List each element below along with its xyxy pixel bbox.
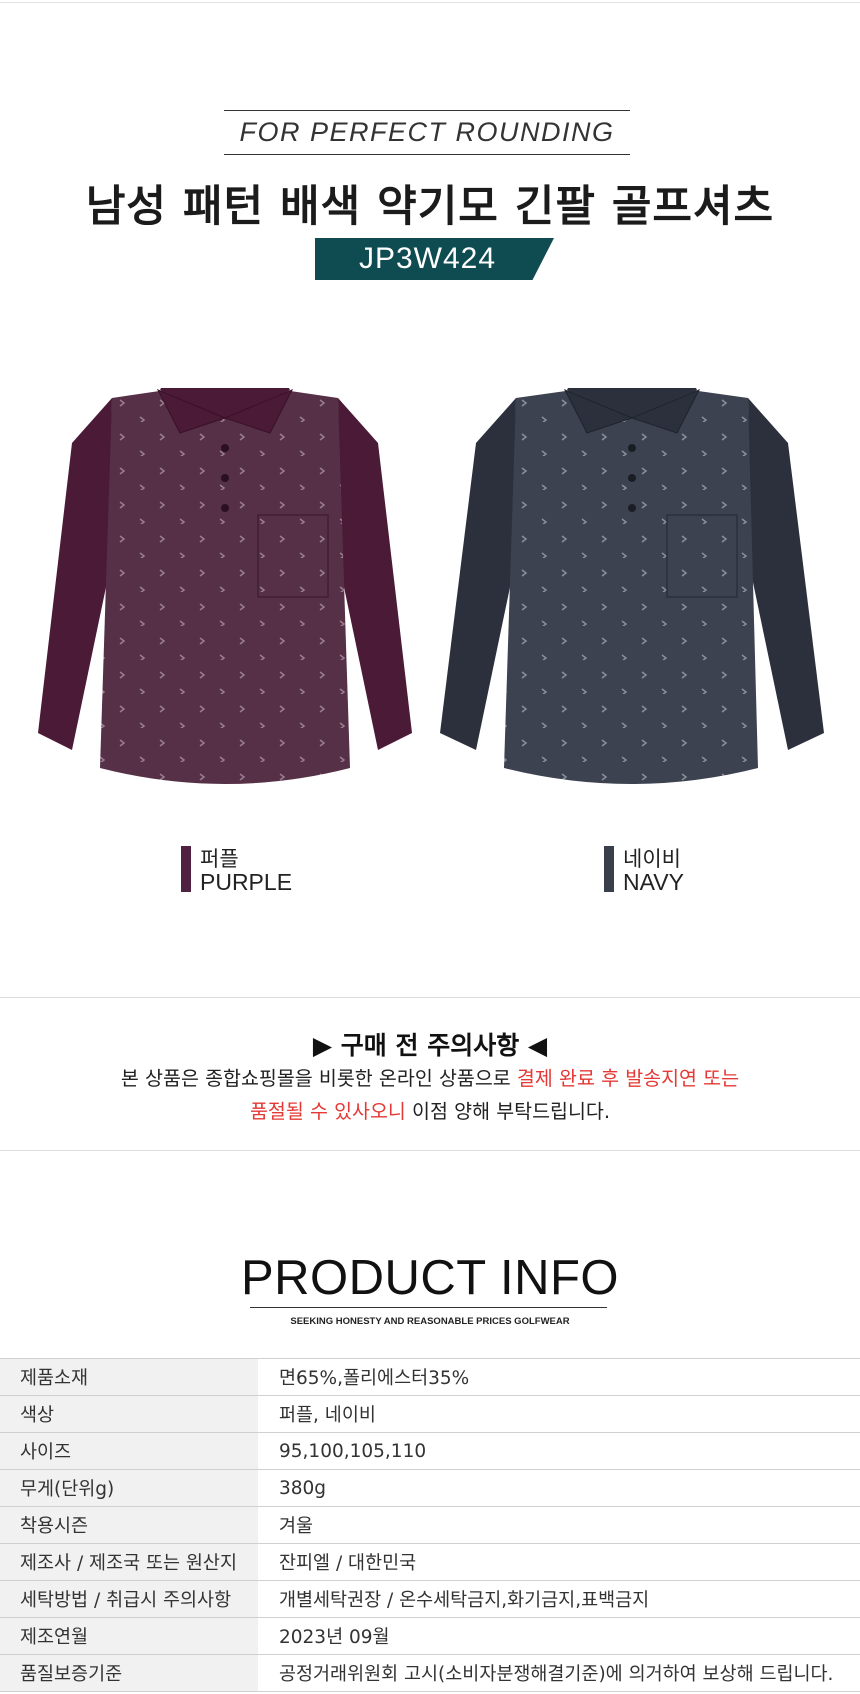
- product-info-table: 제품소재 면65%,폴리에스터35% 색상 퍼플, 네이비 사이즈 95,100…: [0, 1358, 860, 1692]
- tagline-box: FOR PERFECT ROUNDING: [224, 110, 630, 155]
- notice-warning-text: 품절될 수 있사오니: [249, 1100, 406, 1123]
- row-value: 퍼플, 네이비: [258, 1395, 860, 1433]
- table-row: 제조연월 2023년 09월: [0, 1617, 860, 1655]
- navy-swatch-bar: [604, 846, 614, 892]
- row-label: 색상: [0, 1395, 258, 1433]
- tagline: FOR PERFECT ROUNDING: [239, 117, 615, 147]
- product-title: 남성 패턴 배색 약기모 긴팔 골프셔츠: [85, 182, 775, 232]
- notice-text: 이점 양해 부탁드립니다.: [405, 1100, 611, 1123]
- notice-line-2: 품절될 수 있사오니 이점 양해 부탁드립니다.: [0, 1095, 860, 1128]
- row-label: 사이즈: [0, 1432, 258, 1470]
- row-value: 2023년 09월: [258, 1617, 860, 1655]
- top-divider: [0, 2, 860, 3]
- table-row: 제조사 / 제조국 또는 원산지 잔피엘 / 대한민국: [0, 1543, 860, 1581]
- product-info-divider: [250, 1307, 607, 1308]
- row-value: 95,100,105,110: [258, 1432, 860, 1470]
- table-row: 색상 퍼플, 네이비: [0, 1395, 860, 1433]
- notice-warning-text: 결제 완료 후 발송지연 또는: [516, 1067, 740, 1090]
- row-label: 세탁방법 / 취급시 주의사항: [0, 1580, 258, 1618]
- notice-title: ▶ 구매 전 주의사항 ◀: [312, 1031, 548, 1060]
- row-label: 무게(단위g): [0, 1469, 258, 1507]
- table-row: 세탁방법 / 취급시 주의사항 개별세탁권장 / 온수세탁금지,화기금지,표백금…: [0, 1580, 860, 1618]
- product-info-title: PRODUCT INFO: [240, 1251, 620, 1305]
- row-value: 잔피엘 / 대한민국: [258, 1543, 860, 1581]
- color-name-en: NAVY: [623, 869, 684, 895]
- table-row: 사이즈 95,100,105,110: [0, 1432, 860, 1470]
- row-value: 공정거래위원회 고시(소비자분쟁해결기준)에 의거하여 보상해 드립니다.: [258, 1654, 860, 1692]
- product-code-badge: JP3W424: [315, 238, 554, 280]
- table-row: 품질보증기준 공정거래위원회 고시(소비자분쟁해결기준)에 의거하여 보상해 드…: [0, 1654, 860, 1692]
- row-value: 380g: [258, 1469, 860, 1507]
- table-row: 제품소재 면65%,폴리에스터35%: [0, 1358, 860, 1396]
- notice-text: 본 상품은 종합쇼핑몰을 비롯한 온라인 상품으로: [120, 1067, 517, 1090]
- navy-shirt-image: [440, 388, 824, 784]
- table-row: 무게(단위g) 380g: [0, 1469, 860, 1507]
- row-value: 면65%,폴리에스터35%: [258, 1358, 860, 1396]
- row-value: 개별세탁권장 / 온수세탁금지,화기금지,표백금지: [258, 1580, 860, 1618]
- row-value: 겨울: [258, 1506, 860, 1544]
- row-label: 제조연월: [0, 1617, 258, 1655]
- row-label: 제품소재: [0, 1358, 258, 1396]
- purchase-notice: ▶ 구매 전 주의사항 ◀ 본 상품은 종합쇼핑몰을 비롯한 온라인 상품으로 …: [0, 997, 860, 1151]
- row-label: 제조사 / 제조국 또는 원산지: [0, 1543, 258, 1581]
- row-label: 품질보증기준: [0, 1654, 258, 1692]
- notice-line-1: 본 상품은 종합쇼핑몰을 비롯한 온라인 상품으로 결제 완료 후 발송지연 또…: [0, 1062, 860, 1095]
- product-info-subtitle: SEEKING HONESTY AND REASONABLE PRICES GO…: [290, 1316, 570, 1327]
- purple-swatch-bar: [181, 846, 191, 892]
- color-name-en: PURPLE: [200, 869, 293, 895]
- row-label: 착용시즌: [0, 1506, 258, 1544]
- purple-shirt-image: [38, 388, 412, 784]
- table-row: 착용시즌 겨울: [0, 1506, 860, 1544]
